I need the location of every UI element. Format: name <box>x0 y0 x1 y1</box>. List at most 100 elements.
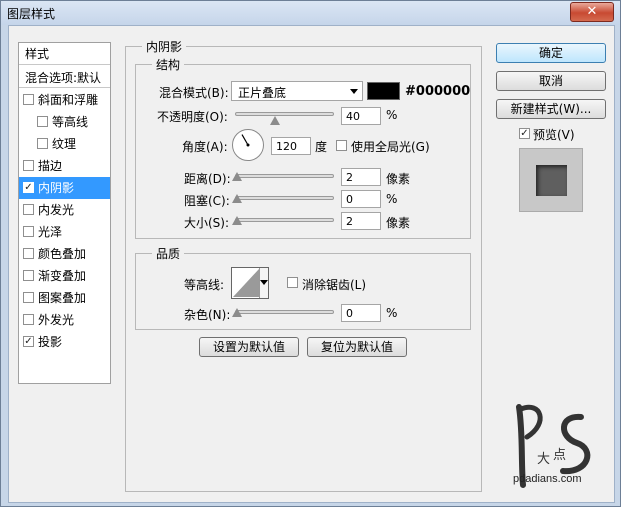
style-item-label: 投影 <box>38 335 63 349</box>
style-item-label: 斜面和浮雕 <box>38 93 99 107</box>
distance-unit: 像素 <box>386 172 411 186</box>
angle-label: 角度(A): <box>182 140 228 154</box>
size-label: 大小(S): <box>184 216 230 230</box>
style-item-label: 描边 <box>38 159 63 173</box>
noise-input[interactable]: 0 <box>341 304 381 322</box>
shadow-color-swatch[interactable] <box>367 82 400 100</box>
quality-title: 品质 <box>156 247 181 261</box>
preview-inner-square <box>536 165 567 196</box>
style-item-label: 内发光 <box>38 203 75 217</box>
choke-input[interactable]: 0 <box>341 190 381 208</box>
opacity-unit: % <box>386 108 398 122</box>
make-default-button[interactable]: 设置为默认值 <box>199 337 299 357</box>
anti-alias-label: 消除锯齿(L) <box>302 278 367 292</box>
style-item[interactable]: ✓ 投影 <box>19 331 110 353</box>
style-item-checkbox[interactable] <box>23 204 34 215</box>
blend-mode-label: 混合模式(B): <box>159 86 229 100</box>
styles-list: 样式 混合选项:默认 斜面和浮雕等高线纹理描边 ✓ 内阴影内发光光泽颜色叠加渐变叠加… <box>18 42 111 384</box>
blending-options-item[interactable]: 混合选项:默认 <box>19 66 110 88</box>
style-item-checkbox[interactable] <box>37 116 48 127</box>
style-item-checkbox[interactable]: ✓ <box>23 182 34 193</box>
noise-slider[interactable] <box>235 310 334 314</box>
watermark-site: pdadians.com <box>513 473 582 485</box>
size-input[interactable]: 2 <box>341 212 381 230</box>
style-preview-swatch <box>519 148 583 212</box>
angle-unit: 度 <box>315 140 328 154</box>
style-item-checkbox[interactable]: ✓ <box>23 336 34 347</box>
choke-slider-thumb[interactable] <box>232 194 242 203</box>
inner-shadow-title: 内阴影 <box>146 40 183 54</box>
style-item[interactable]: 等高线 <box>19 111 110 133</box>
styles-header[interactable]: 样式 <box>19 43 110 65</box>
noise-label: 杂色(N): <box>184 308 231 322</box>
opacity-input[interactable]: 40 <box>341 107 381 125</box>
style-item-label: 渐变叠加 <box>38 269 87 283</box>
preview-checkbox[interactable]: ✓ <box>519 128 530 139</box>
distance-slider[interactable] <box>235 174 334 178</box>
style-item[interactable]: 渐变叠加 <box>19 265 110 287</box>
angle-dial-needle <box>241 134 250 147</box>
style-item-checkbox[interactable] <box>23 160 34 171</box>
style-item[interactable]: ✓ 内阴影 <box>19 177 110 199</box>
style-item-label: 纹理 <box>52 137 77 151</box>
blend-mode-value: 正片叠底 <box>238 86 287 100</box>
contour-curve-icon <box>233 269 259 297</box>
anti-alias-checkbox[interactable] <box>287 277 298 288</box>
style-item-label: 光泽 <box>38 225 63 239</box>
chevron-down-icon <box>260 280 268 285</box>
distance-slider-thumb[interactable] <box>232 172 242 181</box>
style-item[interactable]: 描边 <box>19 155 110 177</box>
style-item-checkbox[interactable] <box>23 292 34 303</box>
style-item-checkbox[interactable] <box>23 270 34 281</box>
reset-default-button[interactable]: 复位为默认值 <box>307 337 407 357</box>
size-slider[interactable] <box>235 218 334 222</box>
size-unit: 像素 <box>386 216 411 230</box>
noise-slider-thumb[interactable] <box>232 308 242 317</box>
style-item-checkbox[interactable] <box>23 248 34 259</box>
close-button[interactable]: ✕ <box>570 2 614 22</box>
use-global-light-checkbox[interactable] <box>336 140 347 151</box>
style-item-label: 等高线 <box>52 115 89 129</box>
style-item-checkbox[interactable] <box>23 314 34 325</box>
style-item-checkbox[interactable] <box>23 94 34 105</box>
style-item-checkbox[interactable] <box>37 138 48 149</box>
contour-dropdown[interactable] <box>259 268 268 298</box>
title-bar[interactable]: 图层样式 ✕ <box>1 1 620 25</box>
style-item-label: 颜色叠加 <box>38 247 87 261</box>
cancel-button[interactable]: 取消 <box>496 71 606 91</box>
choke-slider[interactable] <box>235 196 334 200</box>
choke-unit: % <box>386 192 398 206</box>
opacity-slider-thumb[interactable] <box>269 116 280 125</box>
style-item[interactable]: 外发光 <box>19 309 110 331</box>
ok-button[interactable]: 确定 <box>496 43 606 63</box>
window-title: 图层样式 <box>7 7 56 21</box>
style-item-label: 图案叠加 <box>38 291 87 305</box>
chevron-down-icon <box>350 89 358 94</box>
style-item-label: 内阴影 <box>38 181 75 195</box>
style-item[interactable]: 颜色叠加 <box>19 243 110 265</box>
contour-picker[interactable] <box>231 267 269 299</box>
pdadians-watermark: 大 点 pdadians.com <box>501 393 611 493</box>
angle-input[interactable]: 120 <box>271 137 311 155</box>
style-item[interactable]: 纹理 <box>19 133 110 155</box>
style-item[interactable]: 内发光 <box>19 199 110 221</box>
style-item[interactable]: 光泽 <box>19 221 110 243</box>
svg-text:大: 大 <box>537 452 550 467</box>
angle-dial[interactable] <box>232 129 264 161</box>
shadow-color-hex: #000000 <box>405 84 471 99</box>
contour-label: 等高线: <box>184 278 225 292</box>
use-global-light-label: 使用全局光(G) <box>351 140 430 154</box>
style-item-checkbox[interactable] <box>23 226 34 237</box>
style-item-label: 外发光 <box>38 313 75 327</box>
structure-title: 结构 <box>156 58 181 72</box>
new-style-button[interactable]: 新建样式(W)... <box>496 99 606 119</box>
style-item[interactable]: 图案叠加 <box>19 287 110 309</box>
layer-style-dialog: 图层样式 ✕ 样式 混合选项:默认 斜面和浮雕等高线纹理描边 ✓ 内阴影内发光光泽颜… <box>0 0 621 507</box>
opacity-slider[interactable] <box>235 112 334 116</box>
size-slider-thumb[interactable] <box>232 216 242 225</box>
style-item[interactable]: 斜面和浮雕 <box>19 89 110 111</box>
svg-text:点: 点 <box>553 448 566 463</box>
distance-input[interactable]: 2 <box>341 168 381 186</box>
choke-label: 阻塞(C): <box>184 194 230 208</box>
blend-mode-select[interactable]: 正片叠底 <box>231 81 363 101</box>
